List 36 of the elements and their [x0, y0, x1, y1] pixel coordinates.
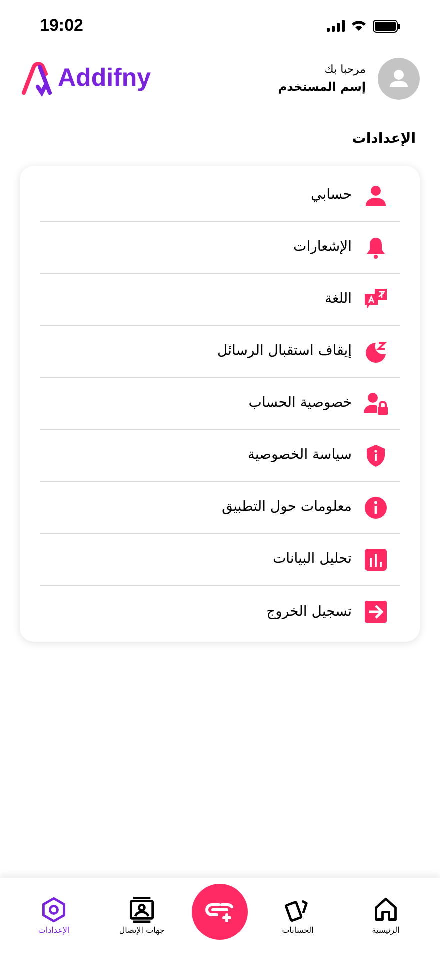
nav-tab[interactable]: الرئيسية — [348, 897, 424, 937]
settings-item[interactable]: الإشعارات — [40, 222, 400, 274]
info-icon — [364, 496, 388, 520]
settings-item[interactable]: حسابي — [40, 170, 400, 222]
moon-icon — [364, 340, 388, 364]
bar-chart-icon — [364, 548, 388, 572]
exit-icon — [364, 600, 388, 624]
settings-item[interactable]: سياسة الخصوصية — [40, 430, 400, 482]
nav-tab[interactable]: الحسابات — [260, 897, 336, 937]
settings-item[interactable]: إيقاف استقبال الرسائل — [40, 326, 400, 378]
user-lock-icon — [364, 392, 388, 416]
logo-icon — [20, 61, 54, 97]
nav-tab[interactable]: الإعدادات — [16, 897, 92, 937]
shield-icon — [364, 444, 388, 468]
settings-item[interactable]: اللغة — [40, 274, 400, 326]
link-plus-icon — [205, 902, 235, 922]
signal-icon — [327, 20, 345, 32]
battery-icon — [373, 20, 400, 32]
contacts-icon — [129, 897, 155, 923]
avatar — [378, 58, 420, 100]
wifi-icon — [351, 20, 367, 32]
greeting: مرحبا بك — [324, 62, 366, 78]
person-icon — [364, 184, 388, 208]
bell-icon — [364, 236, 388, 260]
section-title: الإعدادات — [352, 131, 416, 147]
settings-item[interactable]: تحليل البيانات — [40, 534, 400, 586]
nav-tab[interactable]: جهات الإتصال — [104, 897, 180, 937]
settings-item[interactable]: معلومات حول التطبيق — [40, 482, 400, 534]
settings-icon — [41, 897, 67, 923]
home-icon — [373, 897, 399, 923]
settings-item[interactable]: تسجيل الخروج — [40, 586, 400, 638]
translate-icon — [364, 288, 388, 312]
status-time: 19:02 — [40, 15, 84, 38]
logo-text: Addifny — [58, 63, 152, 94]
username: إسم المستخدم — [278, 79, 366, 96]
settings-item[interactable]: خصوصية الحساب — [40, 378, 400, 430]
